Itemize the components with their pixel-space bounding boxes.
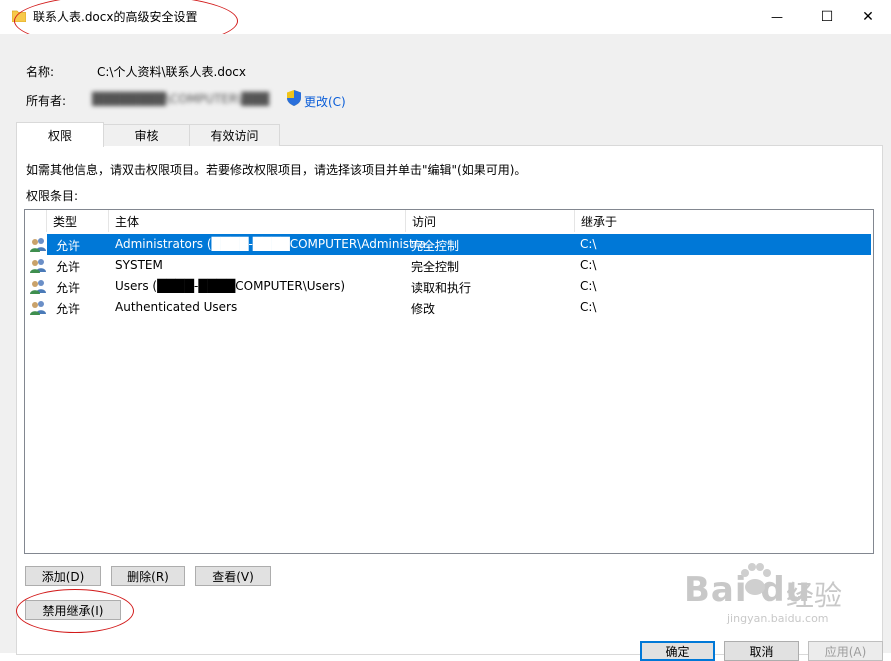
column-header-icon: [25, 210, 47, 232]
table-row[interactable]: 允许 SYSTEM 完全控制 C:\: [25, 255, 871, 276]
ok-button[interactable]: 确定: [640, 641, 715, 661]
row-access: 修改: [411, 302, 436, 316]
table-row[interactable]: 允许 Users (████-████COMPUTER\Users) 读取和执行…: [25, 276, 871, 297]
add-button[interactable]: 添加(D): [25, 566, 101, 586]
name-value: C:\个人资料\联系人表.docx: [97, 65, 246, 79]
remove-button[interactable]: 删除(R): [111, 566, 185, 586]
tab-effective-access-label: 有效访问: [210, 129, 259, 143]
row-principal: Users (████-████COMPUTER\Users): [115, 279, 346, 293]
cancel-button[interactable]: 取消: [724, 641, 799, 661]
column-header-principal[interactable]: 主体: [109, 210, 406, 232]
instructions-text: 如需其他信息，请双击权限项目。若要修改权限项目，请选择该项目并单击"编辑"(如果…: [26, 163, 527, 177]
row-inherited-from: C:\: [580, 279, 597, 293]
users-group-icon: [30, 259, 46, 273]
view-button[interactable]: 查看(V): [195, 566, 271, 586]
row-type: 允许: [56, 281, 81, 295]
users-group-icon: [30, 238, 46, 252]
uac-shield-icon: [287, 90, 301, 106]
close-icon: ✕: [862, 9, 874, 25]
permission-entries-label: 权限条目:: [26, 189, 79, 203]
row-type: 允许: [56, 239, 81, 253]
tab-auditing[interactable]: 审核: [103, 124, 190, 146]
row-inherited-from: C:\: [580, 300, 597, 314]
owner-label: 所有者:: [26, 94, 67, 108]
disable-inheritance-annotation-oval: [16, 589, 134, 633]
row-access: 读取和执行: [411, 281, 472, 295]
row-principal: Administrators (████-████COMPUTER\Admini…: [115, 237, 438, 251]
name-label: 名称:: [26, 65, 55, 79]
users-group-icon: [30, 280, 46, 294]
permission-entries-list[interactable]: 类型 主体 访问 继承于 允许 Administrators (████-███…: [24, 209, 874, 554]
column-header-inherited-from[interactable]: 继承于: [575, 210, 871, 232]
minimize-button[interactable]: —: [754, 0, 800, 34]
owner-value: ████████\COMPUTER\███: [92, 92, 270, 106]
tab-auditing-label: 审核: [134, 129, 159, 143]
row-access: 完全控制: [411, 260, 460, 274]
row-type: 允许: [56, 260, 81, 274]
paw-icon: [741, 563, 771, 595]
change-owner-link[interactable]: 更改(C): [304, 93, 346, 110]
table-row[interactable]: 允许 Administrators (████-████COMPUTER\Adm…: [25, 234, 871, 255]
row-principal: Authenticated Users: [115, 300, 238, 314]
row-type: 允许: [56, 302, 81, 316]
apply-button[interactable]: 应用(A): [808, 641, 883, 661]
table-row[interactable]: 允许 Authenticated Users 修改 C:\: [25, 297, 871, 318]
watermark-url: jingyan.baidu.com: [727, 612, 829, 625]
tab-effective-access[interactable]: 有效访问: [189, 124, 280, 146]
row-inherited-from: C:\: [580, 258, 597, 272]
row-principal: SYSTEM: [115, 258, 163, 272]
users-group-icon: [30, 301, 46, 315]
maximize-icon: ☐: [820, 9, 834, 25]
minimize-icon: —: [771, 10, 783, 24]
row-access: 完全控制: [411, 239, 460, 253]
row-inherited-from: C:\: [580, 237, 597, 251]
column-header-type[interactable]: 类型: [47, 210, 109, 232]
column-header-access[interactable]: 访问: [406, 210, 575, 232]
tab-permissions[interactable]: 权限: [16, 122, 104, 147]
tab-permissions-label: 权限: [47, 128, 72, 143]
maximize-button[interactable]: ☐: [804, 0, 850, 34]
watermark-brand-cn: 经验: [786, 579, 843, 612]
close-button[interactable]: ✕: [845, 0, 891, 34]
